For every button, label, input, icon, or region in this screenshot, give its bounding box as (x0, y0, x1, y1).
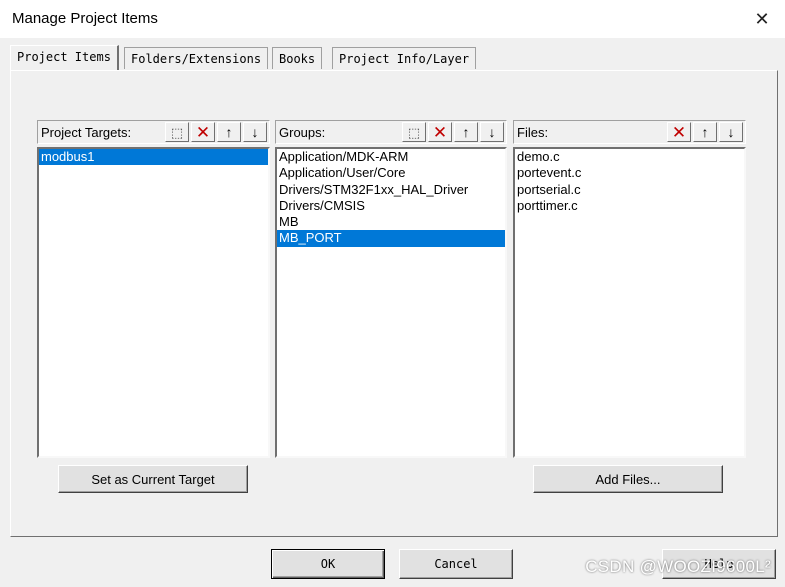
delete-icon: ✕ (432, 122, 448, 142)
targets-delete-button[interactable]: ✕ (191, 122, 215, 142)
delete-icon: ✕ (671, 122, 687, 142)
move-up-icon: ↑ (225, 124, 233, 140)
targets-header: Project Targets: ⬚ ✕ ↑ ↓ (37, 120, 270, 144)
list-item[interactable]: Application/MDK-ARM (277, 149, 505, 165)
groups-move-down-button[interactable]: ↓ (480, 122, 504, 142)
groups-move-up-button[interactable]: ↑ (454, 122, 478, 142)
list-item[interactable]: MB (277, 214, 505, 230)
files-delete-button[interactable]: ✕ (667, 122, 691, 142)
files-list[interactable]: demo.c portevent.c portserial.c porttime… (513, 147, 746, 458)
tab-folders-extensions[interactable]: Folders/Extensions (124, 47, 269, 69)
close-icon: ✕ (754, 8, 770, 29)
list-item[interactable]: Application/User/Core (277, 165, 505, 181)
list-item[interactable]: portserial.c (515, 182, 744, 198)
tab-project-items[interactable]: Project Items (10, 45, 119, 70)
move-down-icon: ↓ (251, 124, 259, 140)
list-item[interactable]: Drivers/CMSIS (277, 198, 505, 214)
targets-move-up-button[interactable]: ↑ (217, 122, 241, 142)
move-down-icon: ↓ (488, 124, 496, 140)
tab-books[interactable]: Books (272, 47, 323, 69)
groups-delete-button[interactable]: ✕ (428, 122, 452, 142)
targets-toolbar: ⬚ ✕ ↑ ↓ (165, 122, 267, 142)
targets-list[interactable]: modbus1 (37, 147, 270, 458)
tab-project-info-layer[interactable]: Project Info/Layer (332, 47, 477, 69)
ok-button[interactable]: OK (271, 549, 385, 579)
files-move-up-button[interactable]: ↑ (693, 122, 717, 142)
new-item-icon: ⬚ (407, 124, 421, 140)
list-item[interactable]: demo.c (515, 149, 744, 165)
list-item[interactable]: porttimer.c (515, 198, 744, 214)
window-title: Manage Project Items (12, 10, 158, 27)
cancel-button[interactable]: Cancel (399, 549, 513, 579)
files-header-label: Files: (517, 125, 549, 140)
files-move-down-button[interactable]: ↓ (719, 122, 743, 142)
set-current-target-button[interactable]: Set as Current Target (58, 465, 248, 493)
groups-toolbar: ⬚ ✕ ↑ ↓ (402, 122, 504, 142)
targets-new-button[interactable]: ⬚ (165, 122, 189, 142)
watermark-text: CSDN @WOOZI9600L² (585, 557, 771, 576)
list-item[interactable]: MB_PORT (277, 230, 505, 247)
groups-header: Groups: ⬚ ✕ ↑ ↓ (275, 120, 507, 144)
new-item-icon: ⬚ (170, 124, 184, 140)
groups-new-button[interactable]: ⬚ (402, 122, 426, 142)
delete-icon: ✕ (195, 122, 211, 142)
list-item[interactable]: portevent.c (515, 165, 744, 181)
groups-header-label: Groups: (279, 125, 326, 140)
move-up-icon: ↑ (462, 124, 470, 140)
close-button[interactable]: ✕ (739, 0, 785, 38)
add-files-button[interactable]: Add Files... (533, 465, 723, 493)
move-up-icon: ↑ (701, 124, 709, 140)
list-item[interactable]: Drivers/STM32F1xx_HAL_Driver (277, 182, 505, 198)
title-bar: Manage Project Items ✕ (0, 0, 785, 38)
files-toolbar: ✕ ↑ ↓ (667, 122, 743, 142)
files-header: Files: ✕ ↑ ↓ (513, 120, 746, 144)
list-item[interactable]: modbus1 (39, 149, 268, 166)
targets-header-label: Project Targets: (41, 125, 132, 140)
groups-list[interactable]: Application/MDK-ARM Application/User/Cor… (275, 147, 507, 458)
move-down-icon: ↓ (727, 124, 735, 140)
targets-move-down-button[interactable]: ↓ (243, 122, 267, 142)
